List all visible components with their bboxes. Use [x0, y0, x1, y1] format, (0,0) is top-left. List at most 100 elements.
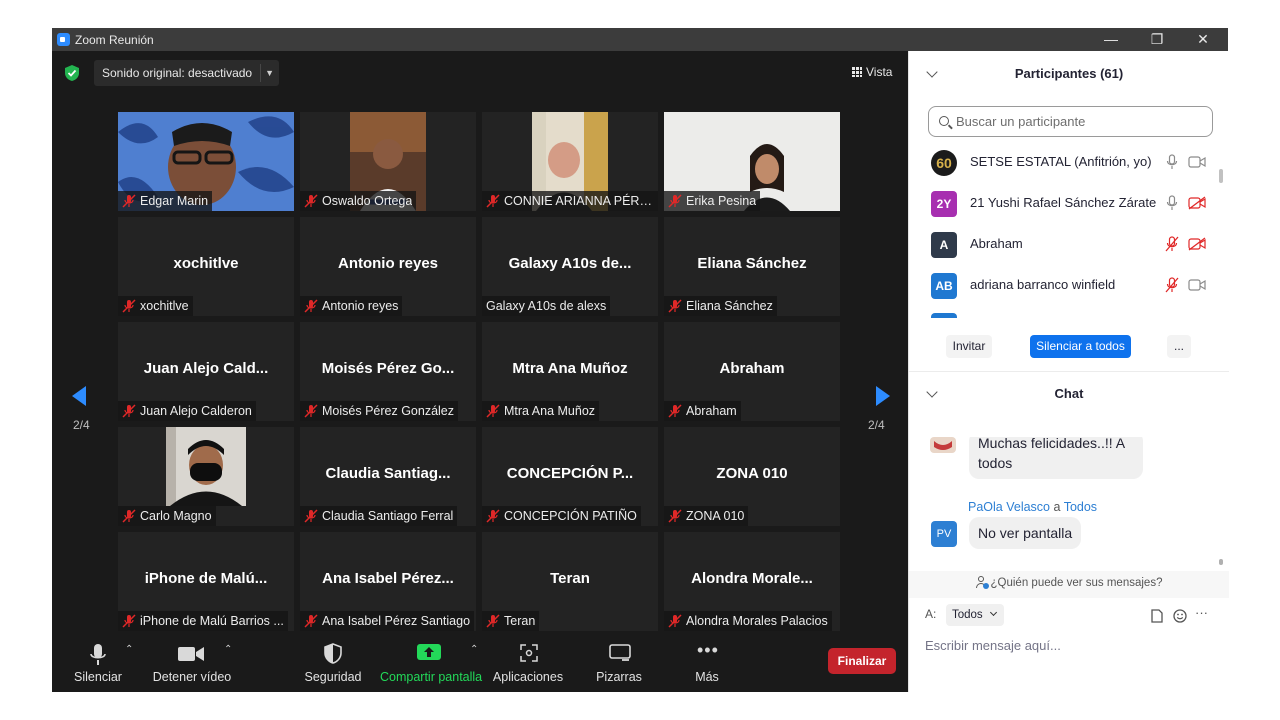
participants-title: Participantes (61)	[1014, 66, 1124, 81]
participant-tile[interactable]: Eliana Sánchez Eliana Sánchez	[664, 217, 840, 316]
chat-more-icon[interactable]: ···	[1195, 605, 1208, 620]
participant-name-bar: ZONA 010	[664, 506, 749, 526]
participant-tile[interactable]: Erika Pesina	[664, 112, 840, 211]
chat-recipient[interactable]: Todos	[1064, 500, 1097, 514]
participant-tile[interactable]: iPhone de Malú... iPhone de Malú Barrios …	[118, 532, 294, 631]
participant-display-name: Eliana Sánchez	[697, 255, 807, 272]
security-button[interactable]: Seguridad	[304, 636, 362, 684]
side-panel: Participantes (61) Buscar un participant…	[908, 51, 1229, 692]
invite-button[interactable]: Invitar	[946, 335, 992, 358]
avatar: AB	[931, 273, 957, 299]
participant-display-name: Abraham	[719, 360, 785, 377]
chat-message-bubble-2: No ver pantalla	[969, 517, 1082, 549]
chat-scrollbar[interactable]	[1219, 439, 1223, 569]
participant-display-name: Ana Isabel Pérez...	[322, 570, 454, 587]
chat-recipient-select[interactable]: Todos	[946, 604, 1004, 626]
participant-row[interactable]: 60 SETSE ESTATAL (Anfitrión, yo)	[909, 142, 1219, 183]
participant-row[interactable]: AB adriana barranco winfield	[909, 265, 1219, 306]
chat-sender-avatar-pv: PV	[931, 521, 957, 547]
participant-name-bar: iPhone de Malú Barrios ...	[118, 611, 288, 631]
participant-name: adriana barranco winfield	[970, 277, 1116, 292]
participants-scrollbar[interactable]	[1219, 167, 1223, 333]
view-label: Vista	[866, 65, 893, 79]
participant-row[interactable]: A Abraham	[909, 224, 1219, 265]
video-off-icon[interactable]	[1188, 196, 1206, 210]
audio-options-chevron-icon[interactable]: ⌃	[125, 644, 133, 655]
participant-tile[interactable]: Juan Alejo Cald... Juan Alejo Calderon	[118, 322, 294, 421]
video-options-chevron-icon[interactable]: ⌃	[224, 644, 232, 655]
video-camera-icon[interactable]	[1188, 278, 1206, 292]
participant-tile[interactable]: ZONA 010 ZONA 010	[664, 427, 840, 526]
close-button[interactable]: ✕	[1180, 28, 1226, 51]
participant-name-label: CONNIE ARIANNA PÉRE...	[504, 194, 654, 208]
participant-tile[interactable]: Antonio reyes Antonio reyes	[300, 217, 476, 316]
participant-tile[interactable]: xochitlve xochitlve	[118, 217, 294, 316]
participant-tile[interactable]: CONNIE ARIANNA PÉRE...	[482, 112, 658, 211]
muted-mic-icon[interactable]	[1165, 277, 1179, 293]
muted-mic-icon[interactable]	[1165, 236, 1179, 252]
participant-tile[interactable]: Galaxy A10s de... Galaxy A10s de alexs	[482, 217, 658, 316]
more-button[interactable]: ••• Más	[682, 636, 732, 684]
shield-check-icon[interactable]	[65, 65, 79, 81]
share-options-chevron-icon[interactable]: ⌃	[470, 644, 478, 655]
participant-name: Abraham	[970, 236, 1023, 251]
page-indicator-left: 2/4	[73, 418, 90, 432]
whiteboards-button[interactable]: Pizarras	[590, 636, 648, 684]
participant-tile[interactable]: Claudia Santiag... Claudia Santiago Ferra…	[300, 427, 476, 526]
participant-tile[interactable]: Ana Isabel Pérez... Ana Isabel Pérez Sant…	[300, 532, 476, 631]
share-screen-label: Compartir pantalla	[380, 670, 483, 684]
video-camera-icon[interactable]	[1188, 155, 1206, 169]
chevron-down-icon[interactable]: ▼	[265, 60, 274, 86]
previous-page-arrow-icon[interactable]	[66, 382, 94, 410]
whiteboard-icon	[609, 644, 631, 661]
participant-tile[interactable]: Abraham Abraham	[664, 322, 840, 421]
participant-name-label: Juan Alejo Calderon	[140, 404, 252, 418]
apps-button[interactable]: Aplicaciones	[492, 636, 564, 684]
next-page-arrow-icon[interactable]	[868, 382, 896, 410]
chat-recipient-value: Todos	[952, 609, 983, 621]
file-icon[interactable]	[1150, 609, 1164, 623]
participant-tile[interactable]: Oswaldo Ortega	[300, 112, 476, 211]
participant-tile[interactable]: Moisés Pérez Go... Moisés Pérez González	[300, 322, 476, 421]
mute-all-button[interactable]: Silenciar a todos	[1030, 335, 1131, 358]
view-button[interactable]: Vista	[846, 60, 900, 84]
microphone-icon[interactable]	[1165, 154, 1179, 170]
microphone-icon[interactable]	[1165, 195, 1179, 211]
participant-tile[interactable]: Teran Teran	[482, 532, 658, 631]
participant-search-input[interactable]: Buscar un participante	[928, 106, 1213, 137]
participant-name-label: CONCEPCIÓN PATIÑO	[504, 509, 637, 523]
participants-more-button[interactable]: ...	[1167, 335, 1191, 358]
participant-name-label: iPhone de Malú Barrios ...	[140, 614, 284, 628]
chat-message-input[interactable]: Escribir mensaje aquí...	[925, 638, 1061, 653]
participant-tile[interactable]: Edgar Marin	[118, 112, 294, 211]
stop-video-button[interactable]: Detener vídeo	[152, 636, 232, 684]
participant-name-bar: Abraham	[664, 401, 741, 421]
participant-name-bar: Claudia Santiago Ferral	[300, 506, 458, 526]
participant-row[interactable]: 2Y 21 Yushi Rafael Sánchez Zárate	[909, 183, 1219, 224]
participant-name-label: Claudia Santiago Ferral	[322, 509, 454, 523]
participant-display-name: Antonio reyes	[337, 255, 439, 272]
chat-message-text-line2: todos	[978, 455, 1013, 471]
participant-tile[interactable]: Mtra Ana Muñoz Mtra Ana Muñoz	[482, 322, 658, 421]
muted-mic-icon	[122, 194, 136, 208]
participant-tile[interactable]: Alondra Morale... Alondra Morales Palacio…	[664, 532, 840, 631]
muted-mic-icon	[486, 194, 500, 208]
original-sound-button[interactable]: Sonido original: desactivado ▼	[94, 60, 279, 86]
participant-name-bar: CONCEPCIÓN PATIÑO	[482, 506, 641, 526]
participant-tile[interactable]: CONCEPCIÓN P... CONCEPCIÓN PATIÑO	[482, 427, 658, 526]
chat-sender-name[interactable]: PaOla Velasco	[968, 500, 1050, 514]
minimize-button[interactable]: —	[1088, 28, 1134, 51]
participant-tile[interactable]: Carlo Magno	[118, 427, 294, 526]
participant-name-label: Moisés Pérez González	[322, 404, 455, 418]
restore-button[interactable]: ❐	[1134, 28, 1180, 51]
share-screen-button[interactable]: Compartir pantalla	[380, 636, 483, 684]
emoji-icon[interactable]	[1173, 609, 1187, 623]
participant-name-label: Oswaldo Ortega	[322, 194, 413, 208]
chat-messages: Muchas felicidades..!! A todos PaOla Vel…	[909, 437, 1219, 571]
end-meeting-button[interactable]: Finalizar	[828, 648, 896, 674]
who-can-see-messages[interactable]: ¿Quién puede ver sus mensajes?	[909, 571, 1229, 598]
participant-name-label: Eliana Sánchez	[686, 299, 773, 313]
video-off-icon[interactable]	[1188, 237, 1206, 251]
mute-button[interactable]: Silenciar	[70, 636, 126, 684]
participant-display-name: Moisés Pérez Go...	[321, 360, 455, 377]
